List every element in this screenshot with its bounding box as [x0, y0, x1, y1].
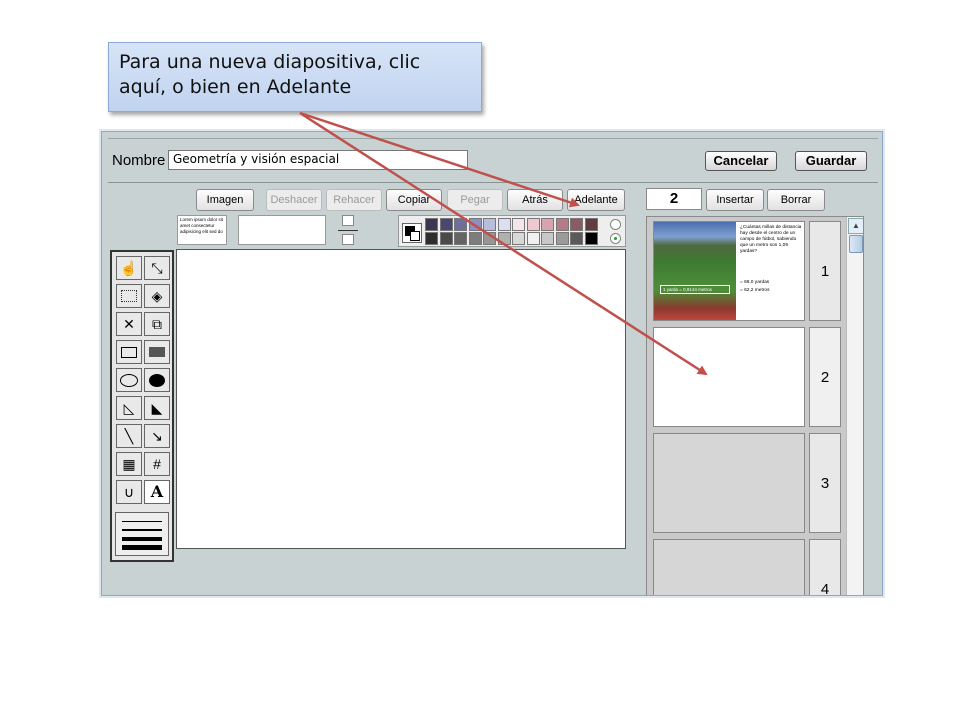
arrow-to-forward-button [299, 111, 580, 208]
arrow-to-new-slide [299, 111, 708, 376]
annotation-arrows [299, 111, 708, 376]
